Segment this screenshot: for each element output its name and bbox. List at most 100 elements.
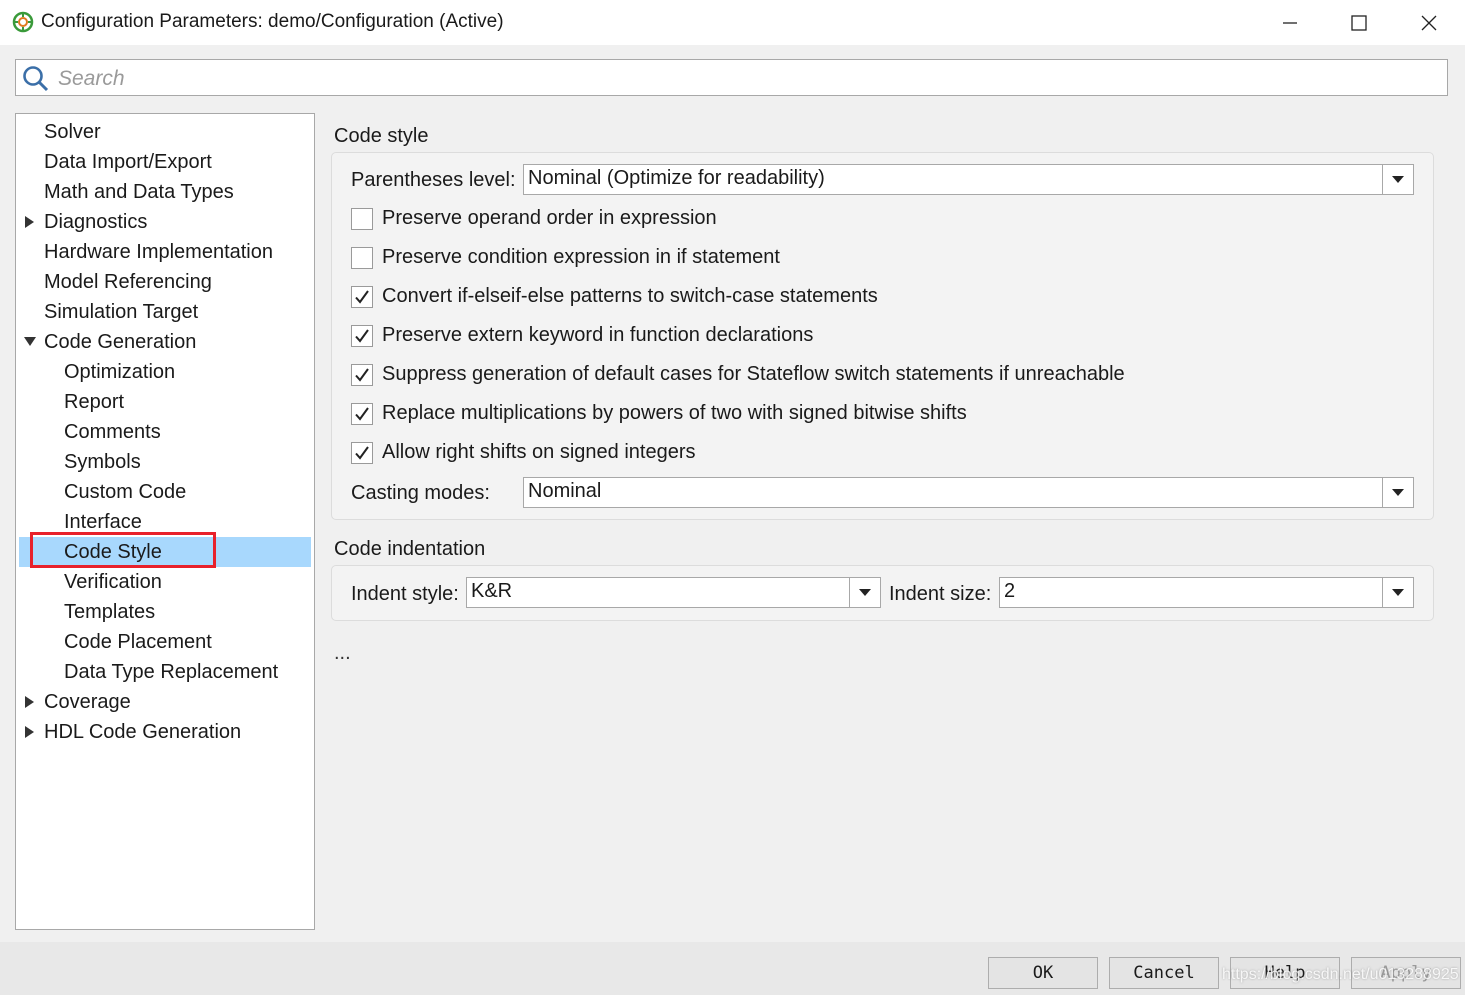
window-title: Configuration Parameters: demo/Configura… <box>41 11 504 32</box>
close-button[interactable] <box>1394 0 1464 45</box>
tree-item-label: Symbols <box>64 451 141 473</box>
checkbox-label[interactable]: Preserve operand order in expression <box>382 207 717 230</box>
ok-button[interactable]: OK <box>988 957 1098 989</box>
indent-size-dropdown[interactable]: 2 <box>999 577 1414 608</box>
checkmark-icon <box>355 290 369 304</box>
search-input[interactable] <box>56 64 1440 93</box>
close-icon <box>1421 15 1437 30</box>
tree-item[interactable]: Templates <box>19 597 311 627</box>
tree-item-label: Coverage <box>44 691 131 713</box>
tree-item-label: Data Import/Export <box>44 151 212 173</box>
tree-item[interactable]: Data Type Replacement <box>19 657 311 687</box>
category-tree: Solver Data Import/Export Math and Data Ty… <box>15 113 315 930</box>
tree-item-label: Custom Code <box>64 481 187 503</box>
tree-item-label: Data Type Replacement <box>64 661 279 683</box>
parentheses-level-label: Parentheses level: <box>351 169 516 191</box>
checkbox-label[interactable]: Preserve extern keyword in function decl… <box>382 324 813 347</box>
tree-item-label: Hardware Implementation <box>44 241 273 263</box>
chevron-down-icon <box>1392 488 1404 496</box>
tree-item-label: Code Placement <box>64 631 212 653</box>
code-style-title: Code style <box>334 125 429 147</box>
maximize-icon <box>1351 14 1367 31</box>
indent-size-label: Indent size: <box>889 583 992 605</box>
code-indentation-title: Code indentation <box>334 538 486 560</box>
title-bar: Configuration Parameters: demo/Configura… <box>0 0 1465 45</box>
search-bar[interactable] <box>15 59 1448 96</box>
indent-style-value: K&R <box>471 580 513 602</box>
minimize-icon <box>1283 21 1297 24</box>
checkbox[interactable] <box>351 247 373 269</box>
tree-item[interactable]: Optimization <box>19 357 311 387</box>
tree-item[interactable]: Hardware Implementation <box>19 237 311 267</box>
checkbox-label[interactable]: Replace multiplications by powers of two… <box>382 402 967 425</box>
minimize-button[interactable] <box>1255 0 1325 45</box>
tree-item[interactable]: HDL Code Generation <box>19 717 311 747</box>
casting-modes-dropdown[interactable]: Nominal <box>523 477 1414 508</box>
annotation-highlight-box <box>30 532 216 568</box>
tree-item-label: Templates <box>64 601 156 623</box>
tree-item-label: Simulation Target <box>44 301 199 323</box>
tree-item[interactable]: Data Import/Export <box>19 147 311 177</box>
tree-item-label: Model Referencing <box>44 271 212 293</box>
tree-item-label: Verification <box>64 571 162 593</box>
tree-item[interactable]: Code Placement <box>19 627 311 657</box>
tree-item[interactable]: Model Referencing <box>19 267 311 297</box>
tree-item[interactable]: Report <box>19 387 311 417</box>
expand-arrow-right-icon[interactable] <box>23 687 37 717</box>
checkmark-icon <box>355 329 369 343</box>
expand-arrow-right-icon[interactable] <box>23 207 37 237</box>
simulink-app-icon <box>12 11 34 33</box>
more-settings-ellipsis[interactable]: ... <box>334 642 351 665</box>
dropdown-arrow-button[interactable] <box>1382 478 1413 507</box>
tree-item-label: Solver <box>44 121 101 143</box>
tree-item[interactable]: Solver <box>19 117 311 147</box>
checkbox[interactable] <box>351 208 373 230</box>
maximize-button[interactable] <box>1324 0 1394 45</box>
checkbox[interactable] <box>351 403 373 425</box>
tree-item[interactable]: Symbols <box>19 447 311 477</box>
tree-item[interactable]: Coverage <box>19 687 311 717</box>
checkbox[interactable] <box>351 364 373 386</box>
checkbox-label[interactable]: Preserve condition expression in if stat… <box>382 246 780 269</box>
dropdown-arrow-button[interactable] <box>1382 578 1413 607</box>
cancel-button[interactable]: Cancel <box>1109 957 1219 989</box>
indent-style-dropdown[interactable]: K&R <box>466 577 881 608</box>
parentheses-level-value: Nominal (Optimize for readability) <box>528 167 825 189</box>
indent-style-label: Indent style: <box>351 583 459 605</box>
checkbox[interactable] <box>351 442 373 464</box>
expand-arrow-down-icon[interactable] <box>23 327 37 357</box>
dropdown-arrow-button[interactable] <box>1382 165 1413 194</box>
tree-item-label: HDL Code Generation <box>44 721 242 743</box>
tree-item-label: Diagnostics <box>44 211 148 233</box>
indent-size-value: 2 <box>1004 580 1016 602</box>
tree-item-label: Comments <box>64 421 161 443</box>
chevron-down-icon <box>1392 175 1404 183</box>
tree-item[interactable]: Verification <box>19 567 311 597</box>
checkmark-icon <box>355 407 369 421</box>
search-icon <box>23 66 49 92</box>
tree-item-label: Math and Data Types <box>44 181 234 203</box>
checkbox-label[interactable]: Allow right shifts on signed integers <box>382 441 696 464</box>
checkmark-icon <box>355 446 369 460</box>
chevron-down-icon <box>1392 588 1404 596</box>
checkbox[interactable] <box>351 286 373 308</box>
casting-modes-value: Nominal <box>528 480 602 502</box>
tree-item[interactable]: Code Generation <box>19 327 311 357</box>
dropdown-arrow-button[interactable] <box>849 578 880 607</box>
tree-item-label: Report <box>64 391 125 413</box>
tree-item[interactable]: Diagnostics <box>19 207 311 237</box>
tree-item[interactable]: Math and Data Types <box>19 177 311 207</box>
expand-arrow-right-icon[interactable] <box>23 717 37 747</box>
casting-modes-label: Casting modes: <box>351 482 490 504</box>
watermark-text: https://blog.csdn.net/u013288925 <box>1222 966 1459 983</box>
checkbox[interactable] <box>351 325 373 347</box>
tree-item[interactable]: Custom Code <box>19 477 311 507</box>
parentheses-level-dropdown[interactable]: Nominal (Optimize for readability) <box>523 164 1414 195</box>
checkbox-label[interactable]: Suppress generation of default cases for… <box>382 363 1125 386</box>
tree-item-label: Code Generation <box>44 331 197 353</box>
tree-item[interactable]: Comments <box>19 417 311 447</box>
tree-item-label: Optimization <box>64 361 176 383</box>
chevron-down-icon <box>859 588 871 596</box>
tree-item[interactable]: Simulation Target <box>19 297 311 327</box>
checkbox-label[interactable]: Convert if-elseif-else patterns to switc… <box>382 285 878 308</box>
